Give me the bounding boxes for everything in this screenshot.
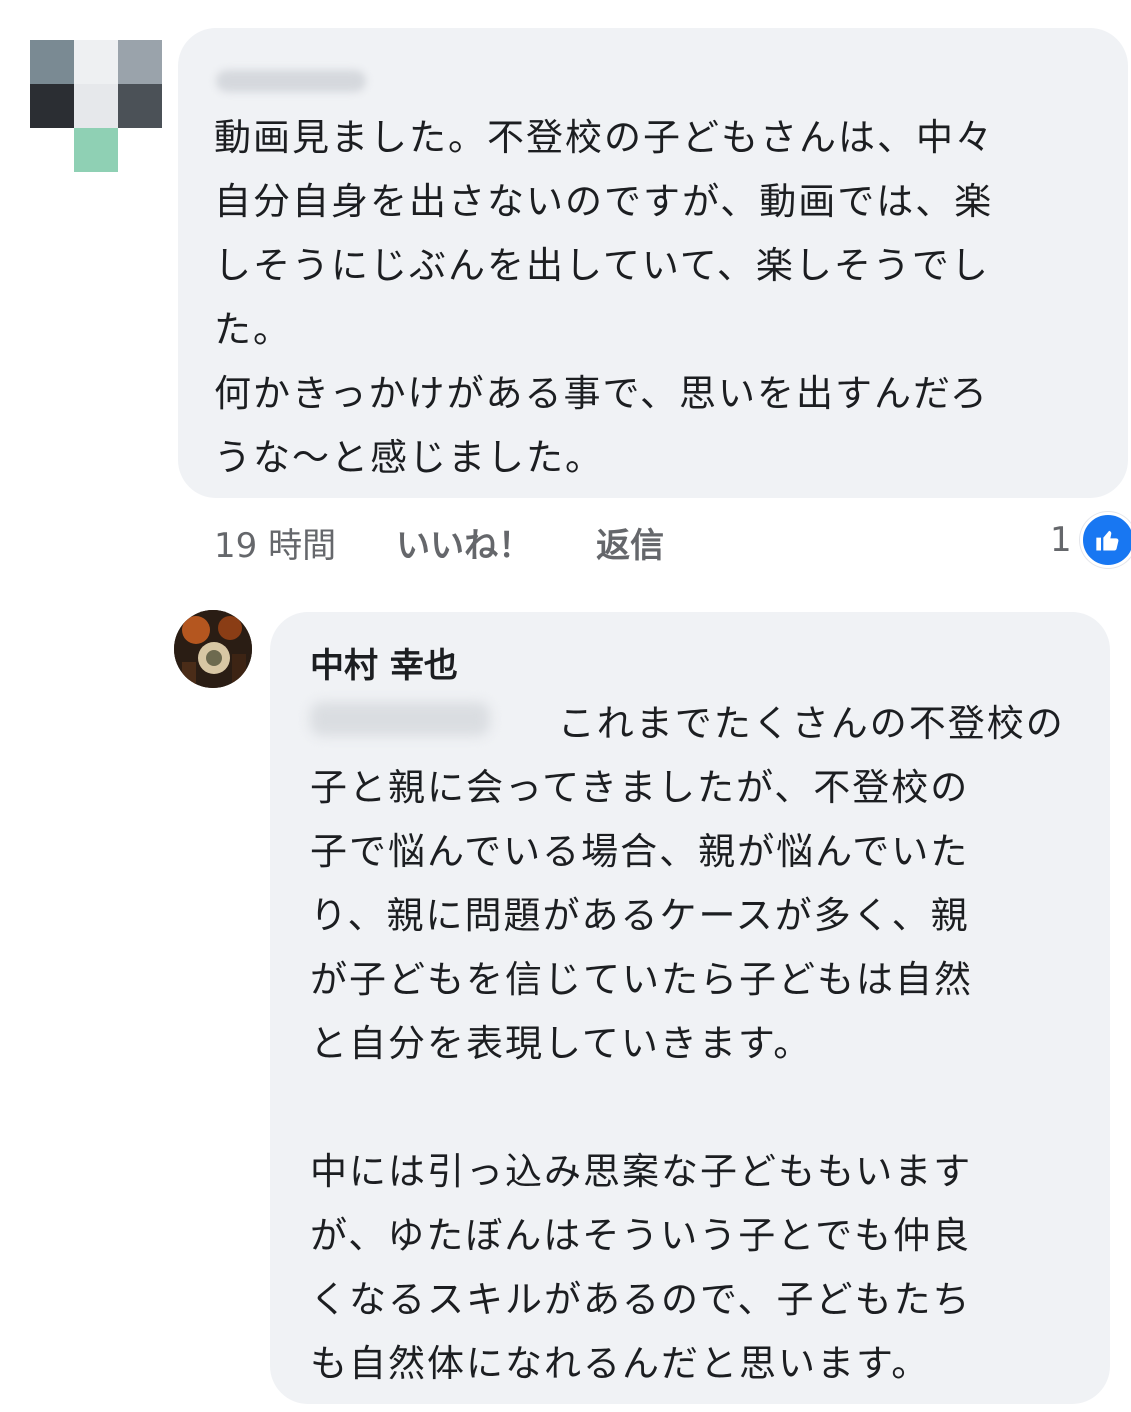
avatar-pixel [118,84,162,128]
commenter-avatar[interactable] [174,610,252,688]
avatar-pixel [74,40,118,84]
reply-button[interactable]: 返信 [596,518,664,567]
like-button[interactable]: いいね！ [396,518,532,567]
avatar-pixel [118,40,162,84]
avatar-pixel [74,128,118,172]
commenter-name[interactable]: 中村 幸也 [310,638,458,687]
avatar-pixel [30,40,74,84]
reaction-count: 1 [1050,520,1072,560]
comment-timestamp[interactable]: 19 時間 [214,518,336,567]
avatar-pixel [30,84,74,128]
comment-actions: 19 時間 いいね！ 返信 [214,516,664,568]
reaction-summary[interactable]: 1 [1050,512,1131,568]
avatar-pixel [74,84,118,128]
reply-text: これまでたくさんの不登校の 子と親に会ってきましたが、不登校の 子で悩んでいる場… [310,702,1065,1385]
comment-bubble: 動画見ました。不登校の子どもさんは、中々 自分自身を出さないのですが、動画では、… [178,28,1128,498]
commenter-name-blurred[interactable] [216,70,366,92]
comment-text: 動画見ました。不登校の子どもさんは、中々 自分自身を出さないのですが、動画では、… [214,116,994,479]
commenter-avatar-pixelated[interactable] [30,40,162,172]
reply-bubble: 中村 幸也 これまでたくさんの不登校の 子と親に会ってきましたが、不登校の 子で… [270,612,1110,1404]
thumbs-up-icon [1079,512,1131,568]
